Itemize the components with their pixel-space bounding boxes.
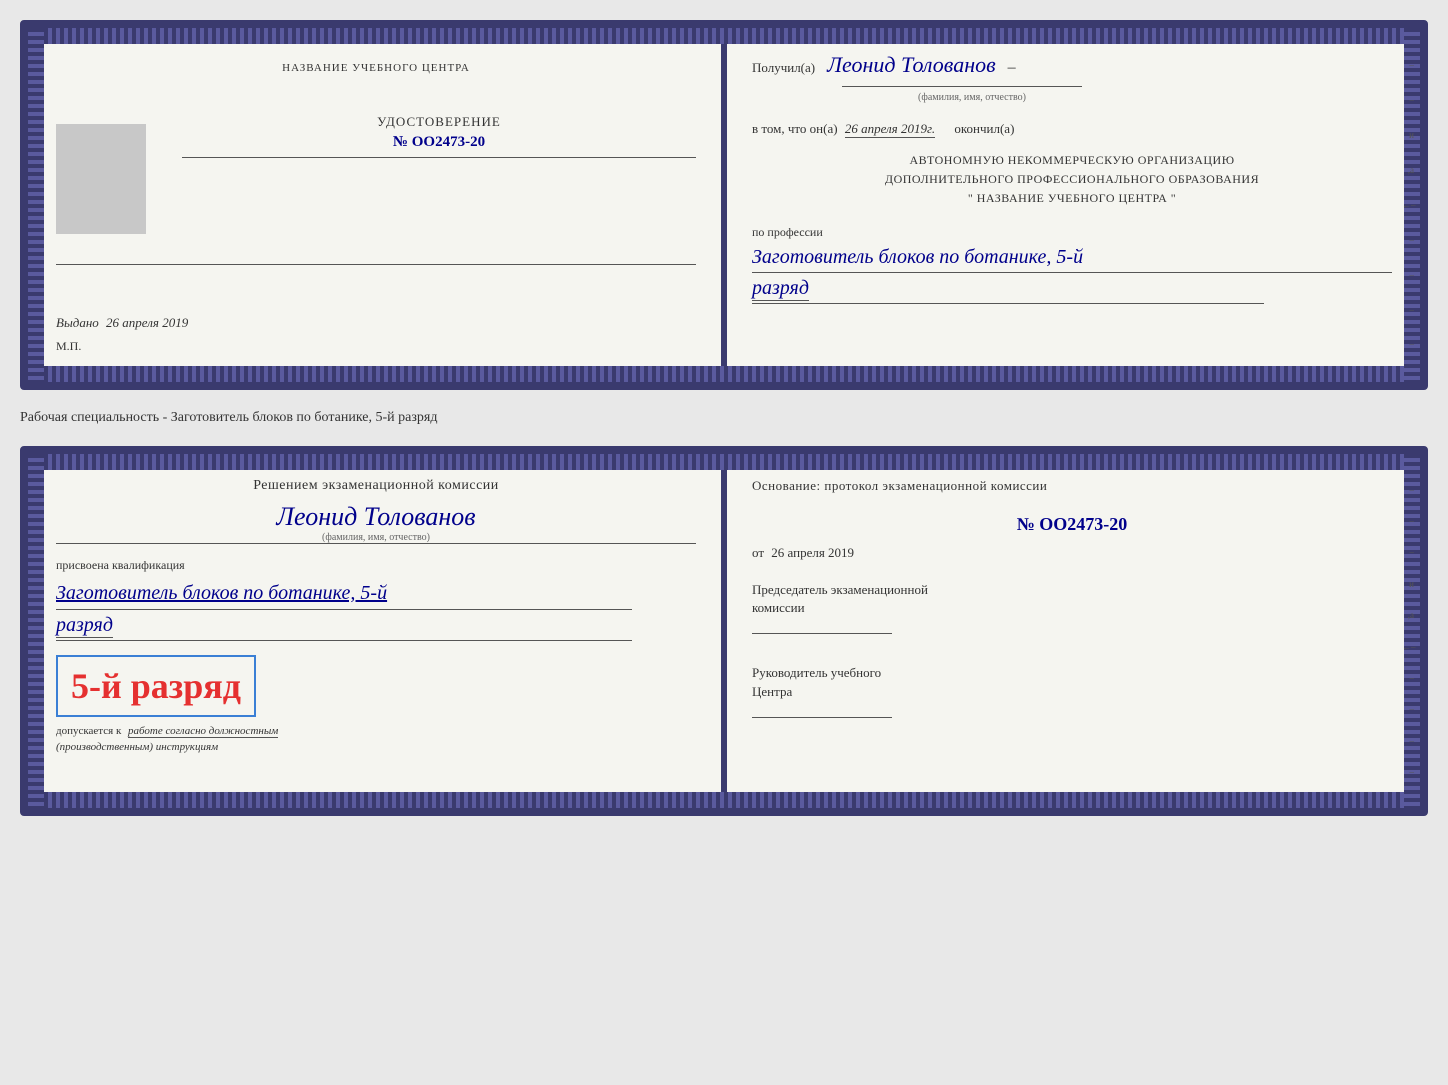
kvali-name: Заготовитель блоков по ботанике, 5-й: [56, 579, 696, 607]
ot-label: от: [752, 545, 764, 560]
top-certificate: НАЗВАНИЕ УЧЕБНОГО ЦЕНТРА УДОСТОВЕРЕНИЕ №…: [20, 20, 1428, 390]
razryad-name-top: разряд: [752, 277, 809, 301]
filler-dash: –: [1008, 59, 1016, 76]
osnovanie-label: Основание: протокол экзаменационной коми…: [752, 478, 1392, 494]
predsedatel-sign-line: [752, 633, 892, 634]
avt-block: АВТОНОМНУЮ НЕКОММЕРЧЕСКУЮ ОРГАНИЗАЦИЮ ДО…: [752, 151, 1392, 209]
fio-label-top: (фамилия, имя, отчество): [852, 92, 1092, 103]
dopusk-label: допускается к: [56, 725, 121, 737]
mp-label: М.П.: [56, 339, 696, 354]
razryad-bottom: разряд: [56, 614, 113, 638]
top-certificate-wrapper: НАЗВАНИЕ УЧЕБНОГО ЦЕНТРА УДОСТОВЕРЕНИЕ №…: [20, 20, 1428, 390]
vtom-label: в том, что он(а): [752, 121, 838, 136]
udost-label: УДОСТОВЕРЕНИЕ: [182, 114, 696, 130]
bottom-cert-content: Решением экзаменационной комиссии Леонид…: [28, 454, 1420, 808]
poluchil-label: Получил(а): [752, 60, 815, 75]
photo-placeholder: [56, 124, 146, 234]
recipient-name: Леонид Толованов: [827, 52, 996, 77]
training-center-title: НАЗВАНИЕ УЧЕБНОГО ЦЕНТРА: [56, 62, 696, 74]
bottom-cert-left: Решением экзаменационной комиссии Леонид…: [28, 454, 724, 808]
number-underline: [182, 157, 696, 158]
okончил-label: окончил(а): [954, 121, 1014, 136]
signature-line: [56, 264, 696, 265]
predsedatel-block: Председатель экзаменационной комиссии: [752, 581, 1392, 634]
dopusk-instr: (производственным) инструкциям: [56, 741, 696, 753]
dopusk-instructions: (производственным) инструкциям: [56, 741, 218, 753]
dopusk-work: работе согласно должностным: [128, 725, 278, 738]
bottom-name: Леонид Толованов: [56, 502, 696, 532]
grade-box: 5-й разряд: [56, 655, 256, 717]
ot-date: 26 апреля 2019: [771, 545, 854, 560]
sidebar-ticks: – – и ,а ←– – – – –: [1402, 48, 1414, 362]
avt-line2: ДОПОЛНИТЕЛЬНОГО ПРОФЕССИОНАЛЬНОГО ОБРАЗО…: [752, 170, 1392, 189]
protocol-number: № OO2473-20: [752, 514, 1392, 535]
bottom-certificate: Решением экзаменационной комиссии Леонид…: [20, 446, 1428, 816]
top-cert-left: НАЗВАНИЕ УЧЕБНОГО ЦЕНТРА УДОСТОВЕРЕНИЕ №…: [28, 28, 724, 382]
resheniem-label: Решением экзаменационной комиссии: [56, 478, 696, 494]
bottom-cert-right: Основание: протокол экзаменационной коми…: [724, 454, 1420, 808]
bottom-certificate-wrapper: Решением экзаменационной комиссии Леонид…: [20, 446, 1428, 816]
bottom-fio-label: (фамилия, имя, отчество): [56, 532, 696, 544]
grade-number: 5-й разряд: [70, 665, 242, 707]
specialty-label: Рабочая специальность - Заготовитель бло…: [20, 406, 1428, 430]
rukovoditel-block: Руководитель учебного Центра: [752, 664, 1392, 717]
dopusk-block: допускается к работе согласно должностны…: [56, 725, 696, 737]
professiya-name: Заготовитель блоков по ботанике, 5-й: [752, 244, 1392, 270]
prisvoena-label: присвоена квалификация: [56, 558, 696, 573]
rukovoditel-line2: Центра: [752, 683, 1392, 701]
vydano-label: Выдано: [56, 315, 99, 330]
avt-line1: АВТОНОМНУЮ НЕКОММЕРЧЕСКУЮ ОРГАНИЗАЦИЮ: [752, 151, 1392, 170]
sidebar-ticks-2: – – – и ,а ←– – – – –: [1402, 474, 1414, 788]
po-professii-label: по профессии: [752, 225, 1392, 240]
cert-number: № OO2473-20: [182, 134, 696, 151]
vydano-date: 26 апреля 2019: [106, 315, 188, 330]
rukovoditel-line1: Руководитель учебного: [752, 664, 1392, 682]
vtom-date: 26 апреля 2019г.: [845, 121, 935, 138]
page-container: НАЗВАНИЕ УЧЕБНОГО ЦЕНТРА УДОСТОВЕРЕНИЕ №…: [20, 20, 1428, 816]
top-cert-right: Получил(а) Леонид Толованов – (фамилия, …: [724, 28, 1420, 382]
predsedatel-line1: Председатель экзаменационной: [752, 581, 1392, 599]
ot-date-block: от 26 апреля 2019: [752, 545, 1392, 561]
vydano-block: Выдано 26 апреля 2019: [56, 315, 696, 331]
rukovoditel-sign-line: [752, 717, 892, 718]
top-cert-content: НАЗВАНИЕ УЧЕБНОГО ЦЕНТРА УДОСТОВЕРЕНИЕ №…: [28, 28, 1420, 382]
avt-line3: " НАЗВАНИЕ УЧЕБНОГО ЦЕНТРА ": [752, 189, 1392, 208]
predsedatel-line2: комиссии: [752, 599, 1392, 617]
vtom-block: в том, что он(а) 26 апреля 2019г. окончи…: [752, 121, 1392, 137]
